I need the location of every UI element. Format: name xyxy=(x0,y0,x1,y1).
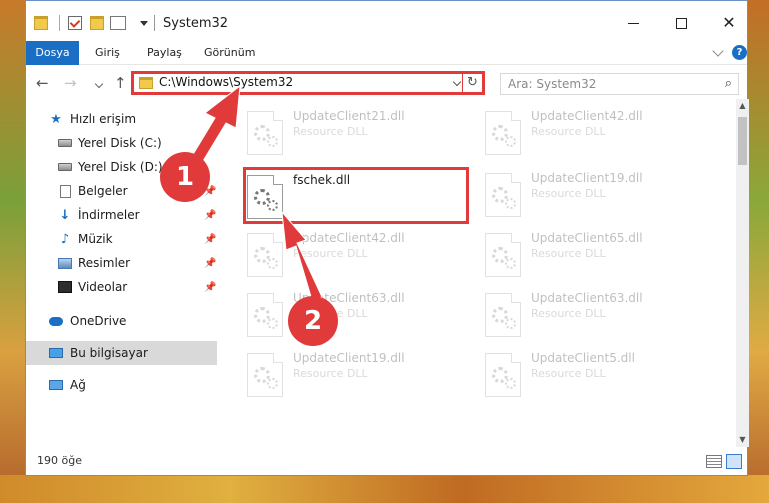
arrow-2-icon xyxy=(281,210,323,301)
step-1-badge: 1 xyxy=(160,152,210,202)
annotation-arrows xyxy=(185,84,323,301)
step-2-badge: 2 xyxy=(288,296,338,346)
